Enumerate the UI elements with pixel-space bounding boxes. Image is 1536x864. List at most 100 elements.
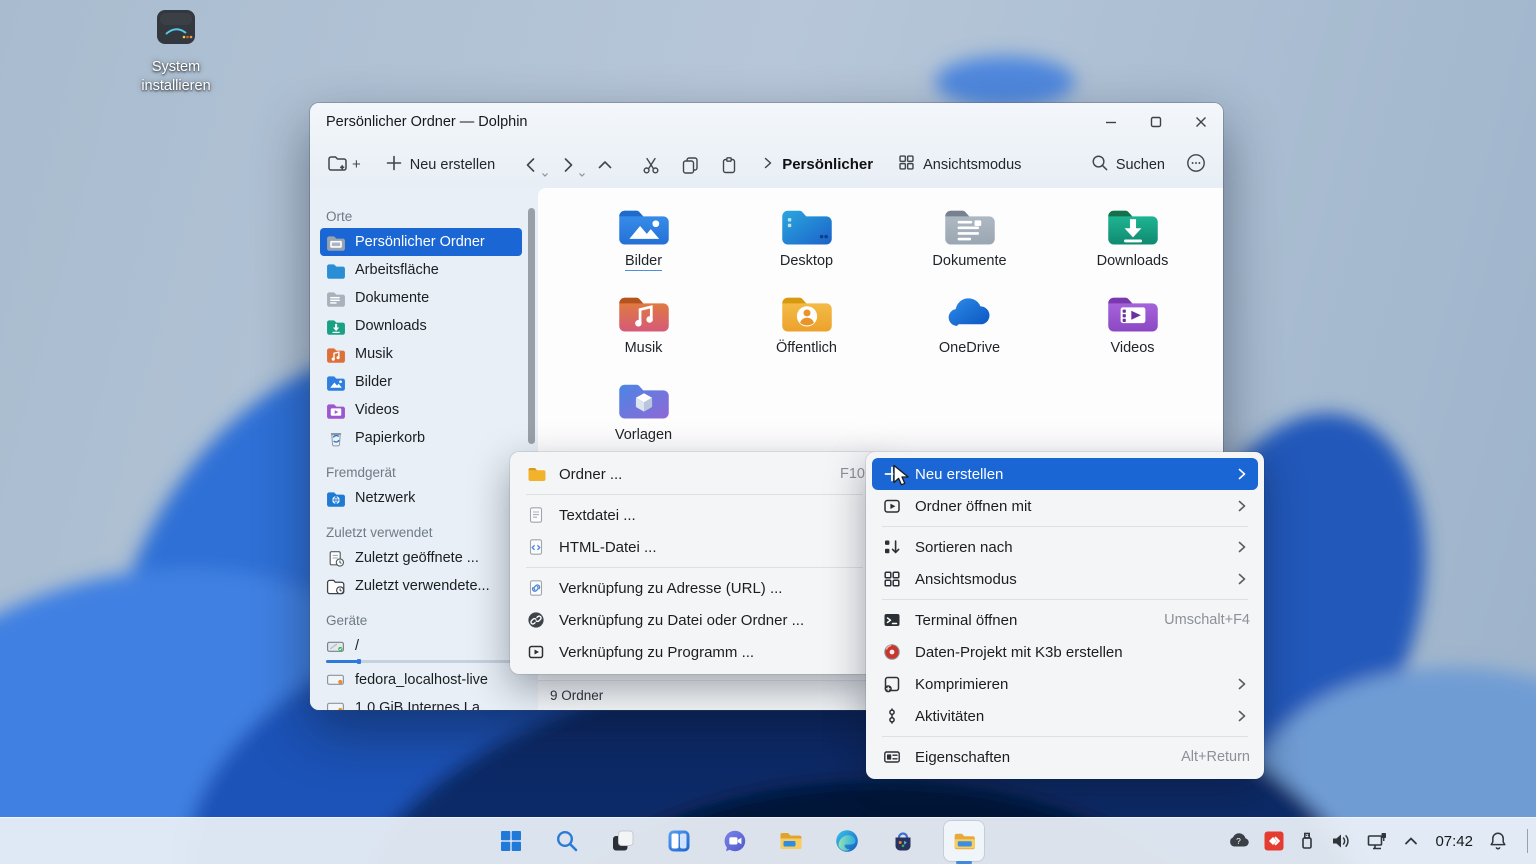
taskbar-chat-button[interactable] [720,826,750,856]
menu-item-verknuepfung-programm[interactable]: Verknüpfung zu Programm ... [516,636,873,668]
menu-item-html-datei[interactable]: HTML-Datei ... [516,531,873,563]
context-menu: Neu erstellen Ordner öffnen mit Sortieren … [866,452,1264,779]
sidebar-scrollbar[interactable] [528,208,535,444]
folder-public-icon [780,291,834,336]
up-button[interactable] [595,155,615,175]
back-button[interactable] [521,155,541,175]
menu-open-with-icon [882,496,902,516]
menu-item-textdatei[interactable]: Textdatei ... [516,499,873,531]
tray-red-diamond-icon[interactable] [1263,830,1285,852]
tray-cloud-icon[interactable]: ? [1227,830,1251,852]
folder-item-dokumente[interactable]: Dokumente [888,202,1051,289]
paste-button[interactable] [719,155,739,175]
sidebar-item-zuletzt-verwendete[interactable]: Zuletzt verwendete... [320,572,522,600]
menu-item-shortcut: F10 [840,466,865,482]
sidebar-item-root[interactable]: / [320,632,522,660]
status-text: 9 Ordner [550,688,604,703]
cut-button[interactable] [641,155,661,175]
sidebar-section-label: Orte [326,209,353,224]
neu-erstellen-button[interactable]: Neu erstellen [385,154,495,176]
taskbar-file-explorer-button[interactable] [776,826,806,856]
menu-separator [526,494,863,495]
copy-button[interactable] [680,155,700,175]
taskbar-search-button[interactable] [552,826,582,856]
minimize-button[interactable] [1088,103,1133,141]
clock[interactable]: 07:42 [1435,833,1473,850]
menu-item-verknuepfung-url[interactable]: Verknüpfung zu Adresse (URL) ... [516,572,873,604]
taskbar-edge-button[interactable] [832,826,862,856]
viewmode-button[interactable]: Ansichtsmodus [897,153,1021,176]
neu-erstellen-label: Neu erstellen [409,156,496,173]
folder-item-desktop[interactable]: Desktop [725,202,888,289]
places-panel: Orte Persönlicher Ordner Arbeitsfläche Doku… [310,188,538,710]
sidebar-item-downloads[interactable]: Downloads [320,312,522,340]
folder-item-bilder[interactable]: Bilder [562,202,725,289]
plus-icon [385,154,403,176]
sidebar-item-videos[interactable]: Videos [320,396,522,424]
menu-item-terminal-oeffnen[interactable]: Terminal öffnen Umschalt+F4 [872,604,1258,636]
sidebar-item-persoenlicher-ordner[interactable]: Persönlicher Ordner [320,228,522,256]
mini-recent-folder-icon [326,578,346,595]
breadcrumb-chevron-icon [761,156,775,174]
sidebar-item-internes-laufwerk[interactable]: 1.0 GiB Internes La... [320,694,522,710]
menu-item-sortieren-nach[interactable]: Sortieren nach [872,531,1258,563]
folder-label: Bilder [624,253,663,271]
sidebar-item-arbeitsflaeche[interactable]: Arbeitsfläche [320,256,522,284]
folder-item-videos[interactable]: Videos [1051,289,1214,376]
notification-bell-icon[interactable] [1487,830,1509,852]
menu-separator [882,599,1248,600]
folder-downloads-icon [1106,204,1160,249]
folder-item-onedrive[interactable]: OneDrive [888,289,1051,376]
tray-usb-icon[interactable] [1297,830,1317,852]
menu-item-eigenschaften[interactable]: Eigenschaften Alt+Return [872,741,1258,773]
show-desktop-divider[interactable] [1527,829,1528,853]
sidebar-item-netzwerk[interactable]: Netzwerk [320,484,522,512]
back-history-caret-icon[interactable] [541,172,549,178]
sidebar-item-papierkorb[interactable]: Papierkorb [320,424,522,452]
taskbar-task-view-button[interactable] [608,826,638,856]
menu-item-komprimieren[interactable]: Komprimieren [872,668,1258,700]
sidebar-item-dokumente[interactable]: Dokumente [320,284,522,312]
maximize-button[interactable] [1133,103,1178,141]
folder-item-vorlagen[interactable]: Vorlagen [562,376,725,463]
folder-item-downloads[interactable]: Downloads [1051,202,1214,289]
menu-item-k3b-projekt[interactable]: Daten-Projekt mit K3b erstellen [872,636,1258,668]
titlebar[interactable]: Persönlicher Ordner — Dolphin [310,103,1223,141]
taskbar-discover-button[interactable] [888,826,918,856]
folder-item-musik[interactable]: Musik [562,289,725,376]
menu-item-aktivitaeten[interactable]: Aktivitäten [872,700,1258,732]
sidebar-item-musik[interactable]: Musik [320,340,522,368]
menu-item-verknuepfung-datei[interactable]: Verknüpfung zu Datei oder Ordner ... [516,604,873,636]
taskbar-dolphin-button[interactable] [944,821,984,864]
menu-item-ordner-oeffnen-mit[interactable]: Ordner öffnen mit [872,490,1258,522]
sidebar-item-zuletzt-geoeffnete[interactable]: Zuletzt geöffnete ... [320,544,522,572]
menu-item-neu-erstellen[interactable]: Neu erstellen [872,458,1258,490]
mini-trash-icon [326,430,346,447]
desktop-icon-system-installieren[interactable]: System installieren [124,8,228,96]
forward-history-caret-icon[interactable] [578,172,586,178]
menu-item-ordner[interactable]: Ordner ... F10 [516,458,873,490]
close-button[interactable] [1178,103,1223,141]
menu-properties-icon [882,747,902,767]
tray-chevron-up-icon[interactable] [1401,831,1421,851]
desktop: System installieren Persönlicher Ordner … [0,0,1536,864]
sidebar-item-label: fedora_localhost-live [355,671,488,688]
folder-item-oeffentlich[interactable]: Öffentlich [725,289,888,376]
new-tab-button[interactable]: + [326,152,361,178]
overflow-menu-button[interactable] [1185,152,1207,178]
tray-network-icon[interactable] [1365,830,1389,852]
breadcrumb[interactable]: Persönlicher [761,156,873,174]
sidebar-item-label: / [355,638,360,654]
breadcrumb-item-persoenlicher[interactable]: Persönlicher [782,156,873,173]
search-button[interactable]: Suchen [1090,153,1165,176]
taskbar-start-button[interactable] [496,826,526,856]
forward-button[interactable] [558,155,578,175]
sidebar-item-bilder[interactable]: Bilder [320,368,522,396]
menu-item-label: Aktivitäten [915,707,985,725]
tray-volume-icon[interactable] [1329,830,1353,852]
window-controls [1088,103,1223,141]
taskbar-widgets-button[interactable] [664,826,694,856]
sidebar-item-fedora-localhost-live[interactable]: fedora_localhost-live [320,666,522,694]
menu-item-ansichtsmodus[interactable]: Ansichtsmodus [872,563,1258,595]
search-icon [1090,153,1109,176]
